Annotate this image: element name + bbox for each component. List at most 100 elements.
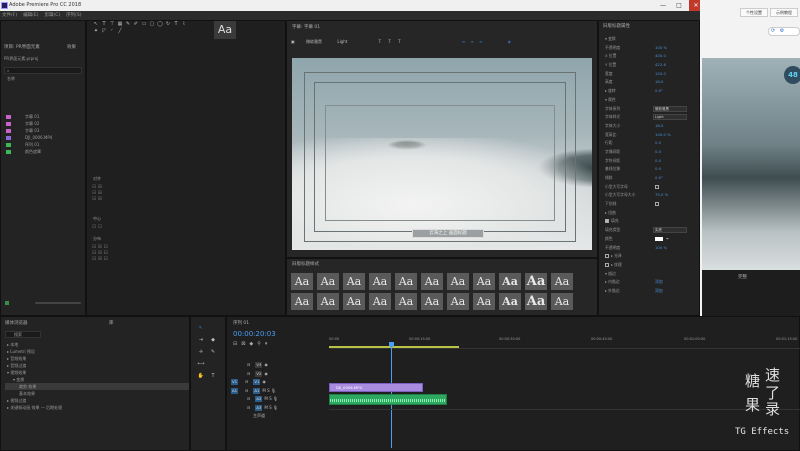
list-item[interactable]: 颜色遮罩 [6, 148, 84, 155]
style-swatch[interactable]: Aa [291, 293, 313, 310]
path-type-icon[interactable]: ⌇ [180, 21, 188, 28]
prop-row[interactable]: 字偶间距 0.0 [605, 148, 699, 157]
center-buttons[interactable]: ⊡ ⊡ [92, 224, 102, 230]
mute-icon[interactable]: M [264, 396, 267, 401]
grid-icon[interactable]: ▦ [116, 21, 124, 28]
texture-checkbox[interactable] [605, 262, 609, 267]
tree-item[interactable]: ▾ 变换 [5, 376, 189, 383]
project-search-input[interactable]: ⌕ [4, 67, 82, 74]
align-buttons[interactable]: ⊟ ⊞ ⊟ ⊞ ⊟ ⊞ [92, 184, 114, 206]
style-swatch[interactable]: Aa [473, 273, 495, 290]
prop-row[interactable]: ▸ 外描边 添加 [605, 287, 699, 296]
font-family-field[interactable]: 微软雅黑 [653, 105, 687, 112]
list-item[interactable]: 字幕 02 [6, 120, 84, 127]
font-family-dropdown[interactable]: 微软雅黑 [306, 39, 322, 44]
prop-row[interactable]: 填充类型 实底 [605, 226, 699, 235]
align-left-icon[interactable]: ≡ [462, 39, 465, 44]
prop-row[interactable]: 宽高比 100.0 % [605, 131, 699, 140]
type-tool-icon[interactable]: T [100, 21, 108, 28]
style-swatch[interactable]: Aa [499, 273, 521, 290]
style-swatch[interactable]: Aa [421, 293, 443, 310]
title-styles-tab[interactable]: 旧版标题样式 [292, 261, 319, 267]
title-properties-tab[interactable]: 旧版标题属性 [603, 23, 630, 29]
sheen-checkbox[interactable] [605, 254, 609, 259]
zoom-slider[interactable] [35, 302, 81, 304]
mic-icon[interactable]: 🎙 [271, 388, 276, 393]
list-item[interactable]: DJI_0006.MP4 [6, 134, 84, 141]
add-inner-stroke-link[interactable]: 添加 [655, 278, 663, 286]
style-swatch[interactable]: Aa [473, 293, 495, 310]
type-tool-icon[interactable]: T [209, 373, 217, 380]
style-swatch[interactable]: Aa [317, 273, 339, 290]
style-swatch[interactable]: Aa [421, 273, 443, 290]
title-caption-text[interactable]: 云海之上 画面标题 [412, 229, 484, 238]
title-designer-tab[interactable]: 字幕: 字幕 01 [292, 24, 320, 30]
new-title-icon[interactable]: ▣ [291, 39, 295, 44]
align-right-icon[interactable]: ≡ [479, 39, 482, 44]
ripple-edit-icon[interactable]: ✛ [197, 349, 205, 356]
track-header-v1[interactable]: V1 ⊟ V1 ◉ [231, 378, 329, 387]
tree-item-selected[interactable]: 裁剪 效果 [5, 383, 189, 390]
tree-item[interactable]: ▸ Lumetri 预设 [5, 348, 189, 355]
line-tool-icon[interactable]: ╱ [116, 28, 124, 35]
solo-icon[interactable]: S [269, 396, 272, 401]
track-header-master[interactable]: 主声道 [231, 412, 329, 421]
prop-row[interactable]: X 位置 400.0 [605, 52, 699, 61]
personal-settings-button[interactable]: 个性设置 [740, 8, 768, 17]
prop-row[interactable]: 字符间距 0.0 [605, 157, 699, 166]
convert-anchor-icon[interactable]: ✦ [92, 28, 100, 35]
zoom-dropdown[interactable]: 完整 [702, 270, 800, 286]
title-style-preview[interactable]: Aa [214, 21, 236, 39]
minimize-button[interactable]: — [656, 0, 670, 11]
underline-icon[interactable]: T [398, 39, 400, 44]
prop-row[interactable]: 小型大写字母 [605, 183, 699, 192]
tree-item[interactable]: ▸ 本地 [5, 341, 189, 348]
style-swatch[interactable]: Aa [447, 293, 469, 310]
prop-row[interactable]: ▸ 扭曲 [605, 209, 699, 218]
track-select-icon[interactable]: ⇥ [197, 337, 205, 344]
style-swatch[interactable]: Aa [317, 293, 339, 310]
sync-lock-icon[interactable]: ⊟ [247, 371, 250, 376]
razor-tool-icon[interactable]: ◆ [209, 337, 217, 344]
solo-icon[interactable]: S [267, 388, 270, 393]
work-area-bar[interactable] [329, 346, 459, 348]
prop-row[interactable]: 基线位移 0.0 [605, 165, 699, 174]
add-outer-stroke-link[interactable]: 添加 [655, 287, 663, 295]
bold-icon[interactable]: T [379, 39, 381, 44]
sync-lock-icon[interactable]: ⊟ [245, 388, 248, 393]
eyedropper-icon[interactable]: ✒ [666, 235, 669, 243]
style-swatch[interactable]: Aa [525, 293, 547, 310]
list-view-icon[interactable] [5, 301, 9, 305]
timeline-tool-icons[interactable]: ⊟⊠◆⚲▾ [233, 341, 271, 347]
tree-item[interactable]: ▾ 视频效果 [5, 369, 189, 376]
prop-row[interactable]: ▸ 光泽 [605, 252, 699, 261]
name-column-header[interactable]: 名称 [7, 76, 15, 82]
tree-item[interactable]: ▸ 音频效果 [5, 355, 189, 362]
prop-row[interactable]: ▸ 纹理 [605, 261, 699, 270]
style-swatch[interactable]: Aa [395, 293, 417, 310]
style-swatch[interactable]: Aa [395, 273, 417, 290]
style-swatch[interactable]: Aa [447, 273, 469, 290]
menu-clip[interactable]: 剪辑(C) [44, 11, 60, 20]
mic-icon[interactable]: 🎙 [273, 396, 278, 401]
style-swatch[interactable]: Aa [343, 273, 365, 290]
prop-row[interactable]: ▾ 属性 [605, 96, 699, 105]
prop-row[interactable]: 倾斜 0.0° [605, 174, 699, 183]
sequence-tab[interactable]: 序列 01 [233, 320, 249, 326]
solo-icon[interactable]: S [269, 405, 272, 410]
anchor-tool-icon[interactable]: ✐ [132, 21, 140, 28]
selection-tool-icon[interactable]: ↖ [197, 325, 205, 332]
style-swatch[interactable]: Aa [369, 293, 391, 310]
align-center-icon[interactable]: ≡ [470, 39, 473, 44]
distribute-buttons[interactable]: ⊟ ⊞ ⊟ ⊟ ⊞ ⊟ ⊟ ⊞ ⊟ [92, 244, 122, 262]
prop-row[interactable]: 字体大小 18.0 [605, 122, 699, 131]
italic-icon[interactable]: T [388, 39, 390, 44]
fill-checkbox[interactable] [605, 219, 609, 224]
title-preview-canvas[interactable]: 云海之上 画面标题 [292, 58, 592, 250]
style-swatch[interactable]: Aa [551, 273, 573, 290]
prop-row[interactable]: 高度 18.0 [605, 78, 699, 87]
prop-row[interactable]: 不透明度 100 % [605, 244, 699, 253]
settings-icon[interactable]: ⚙ [780, 28, 784, 34]
track-header-a1[interactable]: A1 ⊟ A1 M S 🎙 [231, 387, 329, 396]
sync-lock-icon[interactable]: ⊟ [247, 405, 250, 410]
